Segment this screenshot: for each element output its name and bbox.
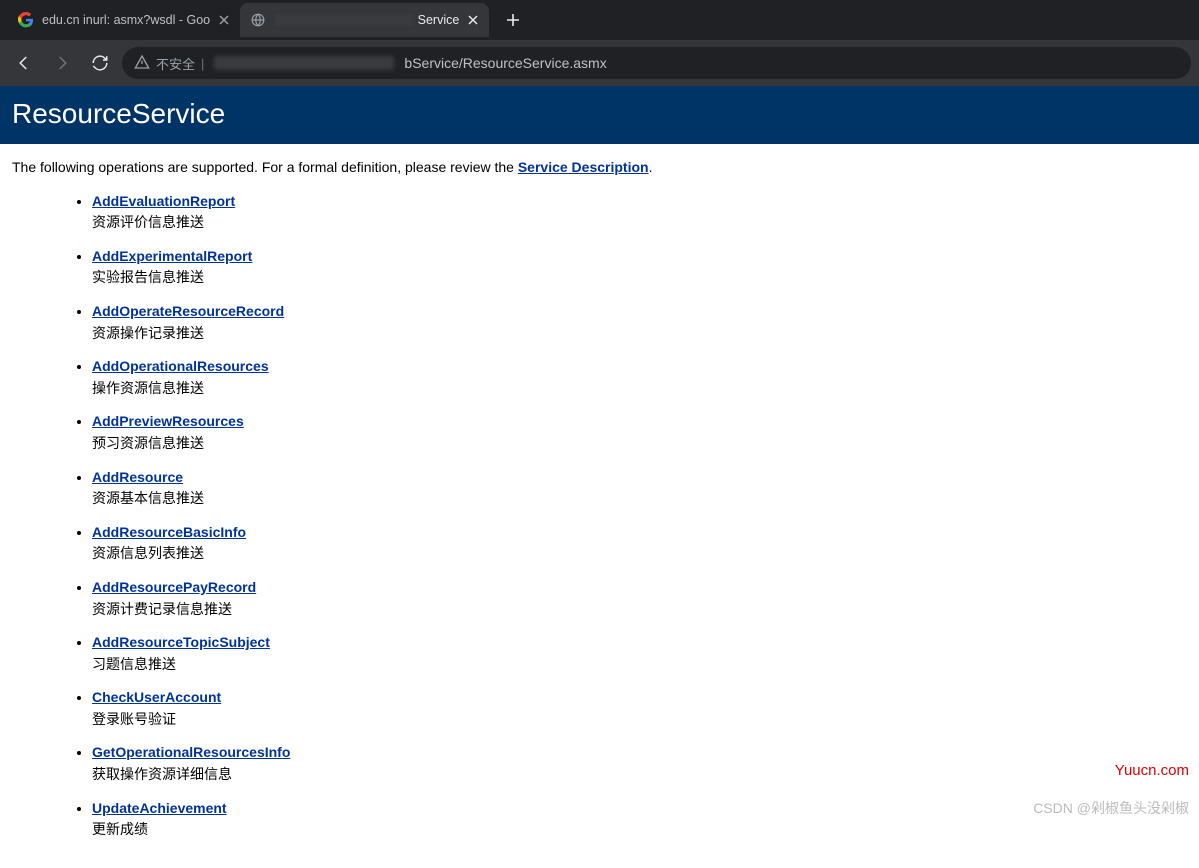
operation-link[interactable]: AddResourceTopicSubject (92, 634, 270, 650)
intro-text: The following operations are supported. … (12, 158, 1187, 178)
operation-link[interactable]: AddOperateResourceRecord (92, 303, 284, 319)
operation-item: AddPreviewResources 预习资源信息推送 (92, 412, 1187, 453)
operation-desc: 资源计费记录信息推送 (92, 600, 1187, 620)
operation-desc: 预习资源信息推送 (92, 434, 1187, 454)
tab-strip: edu.cn inurl: asmx?wsdl - Goo Service (0, 0, 1199, 40)
url-visible: bService/ResourceService.asmx (404, 55, 606, 71)
operation-item: AddResource 资源基本信息推送 (92, 468, 1187, 509)
service-description-link[interactable]: Service Description (518, 159, 649, 175)
page-header: ResourceService (0, 86, 1199, 144)
operation-item: AddExperimentalReport 实验报告信息推送 (92, 247, 1187, 288)
google-icon (18, 12, 34, 28)
operation-link[interactable]: GetOperationalResourcesInfo (92, 744, 290, 760)
browser-tab-1[interactable]: Service (240, 3, 489, 37)
operation-desc: 操作资源信息推送 (92, 379, 1187, 399)
watermark-bottom: CSDN @剁椒鱼头没剁椒 (1033, 798, 1189, 818)
operation-desc: 获取操作资源详细信息 (92, 765, 1187, 785)
operation-link[interactable]: CheckUserAccount (92, 689, 221, 705)
browser-toolbar: 不安全 | bService/ResourceService.asmx (0, 40, 1199, 86)
operation-desc: 资源信息列表推送 (92, 544, 1187, 564)
operation-link[interactable]: UpdateAchievement (92, 800, 227, 816)
operation-item: CheckUserAccount 登录账号验证 (92, 688, 1187, 729)
browser-chrome: edu.cn inurl: asmx?wsdl - Goo Service (0, 0, 1199, 86)
operation-item: AddOperateResourceRecord 资源操作记录推送 (92, 302, 1187, 343)
operations-list: AddEvaluationReport 资源评价信息推送 AddExperiment… (92, 192, 1187, 840)
operation-link[interactable]: AddExperimentalReport (92, 248, 252, 264)
page-title: ResourceService (12, 98, 1187, 130)
operation-desc: 资源操作记录推送 (92, 324, 1187, 344)
tab-title: Service (274, 13, 459, 28)
security-warning[interactable]: 不安全 | (134, 54, 204, 73)
operation-item: AddResourcePayRecord 资源计费记录信息推送 (92, 578, 1187, 619)
operation-link[interactable]: AddPreviewResources (92, 413, 244, 429)
operation-item: UpdateAchievement 更新成绩 (92, 799, 1187, 840)
warning-icon (134, 54, 150, 73)
globe-icon (250, 12, 266, 28)
tab-title: edu.cn inurl: asmx?wsdl - Goo (42, 13, 210, 27)
operation-link[interactable]: AddResourceBasicInfo (92, 524, 246, 540)
address-bar[interactable]: 不安全 | bService/ResourceService.asmx (122, 47, 1191, 79)
operation-desc: 资源基本信息推送 (92, 489, 1187, 509)
operation-link[interactable]: AddEvaluationReport (92, 193, 235, 209)
watermark-top: Yuucn.com (1115, 762, 1189, 779)
close-icon[interactable] (218, 14, 230, 26)
operation-item: GetOperationalResourcesInfo 获取操作资源详细信息 (92, 743, 1187, 784)
operation-item: AddResourceBasicInfo 资源信息列表推送 (92, 523, 1187, 564)
new-tab-button[interactable] (499, 6, 527, 34)
operation-desc: 登录账号验证 (92, 710, 1187, 730)
page-content: The following operations are supported. … (0, 144, 1199, 868)
back-button[interactable] (8, 47, 40, 79)
operation-desc: 更新成绩 (92, 820, 1187, 840)
browser-tab-0[interactable]: edu.cn inurl: asmx?wsdl - Goo (8, 3, 240, 37)
security-label: 不安全 (156, 54, 195, 73)
close-icon[interactable] (467, 14, 479, 26)
operation-desc: 实验报告信息推送 (92, 268, 1187, 288)
operation-item: AddOperationalResources 操作资源信息推送 (92, 357, 1187, 398)
operation-item: AddEvaluationReport 资源评价信息推送 (92, 192, 1187, 233)
operation-link[interactable]: AddOperationalResources (92, 358, 269, 374)
operation-link[interactable]: AddResourcePayRecord (92, 579, 256, 595)
operation-item: AddResourceTopicSubject 习题信息推送 (92, 633, 1187, 674)
operation-link[interactable]: AddResource (92, 469, 183, 485)
url-obscured (214, 56, 394, 70)
operation-desc: 资源评价信息推送 (92, 213, 1187, 233)
operation-desc: 习题信息推送 (92, 655, 1187, 675)
forward-button[interactable] (46, 47, 78, 79)
reload-button[interactable] (84, 47, 116, 79)
